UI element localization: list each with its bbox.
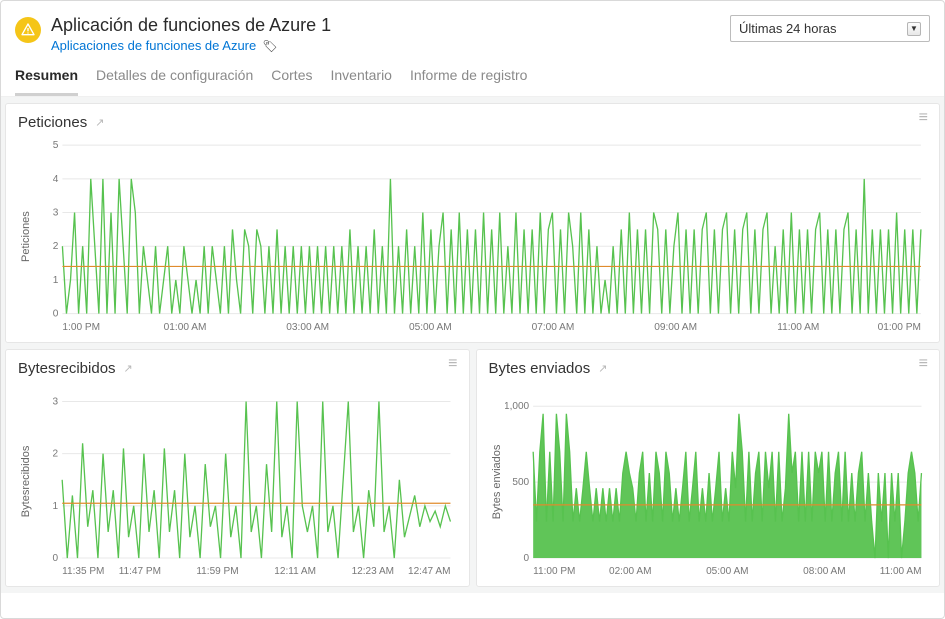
panel-peticiones: Peticiones ↗ ≡ Peticiones 0123451:00 PM0…: [5, 103, 940, 343]
svg-text:09:00 AM: 09:00 AM: [654, 322, 697, 333]
svg-text:08:00 AM: 08:00 AM: [803, 566, 845, 577]
svg-text:05:00 AM: 05:00 AM: [706, 566, 748, 577]
svg-text:11:59 PM: 11:59 PM: [196, 566, 238, 577]
tab-resumen[interactable]: Resumen: [15, 67, 78, 96]
panel-title: Peticiones: [18, 114, 87, 131]
panel-bytesrec: Bytesrecibidos ↗ ≡ Bytesrecibidos 0 1 2 3 11…: [5, 349, 470, 587]
svg-text:3: 3: [53, 208, 59, 219]
ylabel: Peticiones: [18, 135, 34, 338]
svg-text:1: 1: [53, 501, 59, 512]
svg-text:11:47 PM: 11:47 PM: [119, 566, 161, 577]
tab-cortes[interactable]: Cortes: [271, 67, 312, 96]
tag-icon[interactable]: 🏷: [262, 39, 277, 53]
panel-menu-icon[interactable]: ≡: [448, 360, 456, 368]
svg-text:0: 0: [53, 309, 59, 320]
svg-text:12:47 AM: 12:47 AM: [408, 566, 450, 577]
svg-text:2: 2: [53, 241, 59, 252]
warning-icon: [15, 17, 41, 43]
svg-text:1: 1: [53, 275, 59, 286]
svg-text:01:00 PM: 01:00 PM: [878, 322, 921, 333]
tab-detalles-de-configuración[interactable]: Detalles de configuración: [96, 67, 253, 96]
svg-text:4: 4: [53, 174, 59, 185]
tab-bar: Resumen Detalles de configuración Cortes In…: [1, 53, 944, 97]
svg-text:5: 5: [53, 140, 59, 151]
svg-text:05:00 AM: 05:00 AM: [409, 322, 452, 333]
chart-bytessent: 0 500 1,000 11:00 PM 02:00 AM 05:00 AM 08:00 A…: [505, 381, 928, 582]
popout-icon[interactable]: ↗: [598, 362, 607, 375]
svg-text:0: 0: [53, 553, 59, 564]
panel-title: Bytesrecibidos: [18, 360, 116, 377]
svg-text:11:00 PM: 11:00 PM: [533, 566, 575, 577]
page-title: Aplicación de funciones de Azure 1: [51, 15, 331, 36]
svg-text:500: 500: [512, 477, 529, 488]
time-range-label: Últimas 24 horas: [739, 21, 837, 36]
svg-text:3: 3: [53, 396, 59, 407]
ylabel: Bytesrecibidos: [18, 381, 34, 582]
svg-text:11:00 AM: 11:00 AM: [879, 566, 921, 577]
svg-text:1:00 PM: 1:00 PM: [62, 322, 100, 333]
svg-text:03:00 AM: 03:00 AM: [286, 322, 329, 333]
svg-text:07:00 AM: 07:00 AM: [532, 322, 575, 333]
svg-text:11:00 AM: 11:00 AM: [777, 322, 819, 333]
breadcrumb-link[interactable]: Aplicaciones de funciones de Azure: [51, 38, 256, 53]
svg-text:0: 0: [523, 553, 529, 564]
svg-text:02:00 AM: 02:00 AM: [609, 566, 651, 577]
svg-text:01:00 AM: 01:00 AM: [164, 322, 207, 333]
chevron-down-icon: ▼: [907, 22, 921, 36]
panel-menu-icon[interactable]: ≡: [919, 114, 927, 122]
svg-text:12:23 AM: 12:23 AM: [352, 566, 394, 577]
popout-icon[interactable]: ↗: [95, 116, 104, 129]
svg-text:1,000: 1,000: [505, 401, 530, 412]
svg-text:12:11 AM: 12:11 AM: [274, 566, 316, 577]
time-range-select[interactable]: Últimas 24 horas ▼: [730, 15, 930, 42]
chart-peticiones: 0 1 2 3 4 5 1:00 PM 01:00 AM 03:00 AM 05:00 AM 07:…: [34, 135, 927, 338]
popout-icon[interactable]: ↗: [124, 362, 133, 375]
tab-informe-de-registro[interactable]: Informe de registro: [410, 67, 528, 96]
ylabel: Bytes enviados: [489, 381, 505, 582]
svg-text:2: 2: [53, 449, 59, 460]
svg-text:11:35 PM: 11:35 PM: [62, 566, 104, 577]
panel-menu-icon[interactable]: ≡: [919, 360, 927, 368]
breadcrumb: Aplicaciones de funciones de Azure 🏷: [51, 38, 331, 53]
panel-bytessent: Bytes enviados ↗ ≡ Bytes enviados 0 500 1,…: [476, 349, 941, 587]
chart-bytesrec: 0 1 2 3 11:35 PM 11:47 PM 11:59 PM 12:11 AM 12:2…: [34, 381, 457, 582]
tab-inventario[interactable]: Inventario: [330, 67, 391, 96]
panel-title: Bytes enviados: [489, 360, 591, 377]
